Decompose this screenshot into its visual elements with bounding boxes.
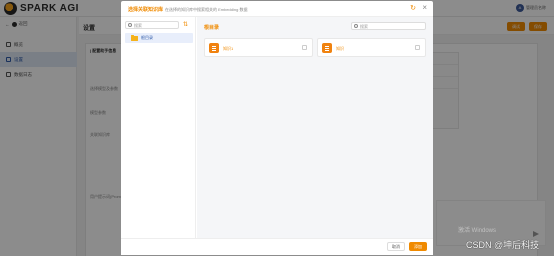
folder-search-input[interactable] (134, 22, 178, 28)
search-icon (128, 23, 132, 27)
knowledge-base-icon (209, 43, 219, 53)
sort-icon[interactable]: ⇅ (183, 22, 188, 28)
knowledge-search[interactable] (351, 22, 426, 30)
knowledge-card-label: 知识1 (223, 46, 234, 51)
folder-label: 根目录 (141, 35, 153, 40)
dialog-title: 选择关联知识库 (128, 7, 164, 13)
knowledge-checkbox[interactable] (302, 45, 307, 50)
folder-item-root[interactable]: 根目录 (125, 33, 193, 43)
search-icon (354, 24, 358, 28)
dialog-header: 选择关联知识库 在选择的知识库中搜索相关的 Embedding 数据 ↻ × (121, 1, 433, 17)
knowledge-checkbox[interactable] (415, 45, 420, 50)
folder-panel: ⇅ 根目录 (121, 17, 196, 238)
cancel-button[interactable]: 取消 (387, 242, 405, 251)
add-button[interactable]: 添加 (409, 242, 427, 251)
dialog-footer: 取消 添加 (121, 238, 433, 255)
knowledge-list-panel: 根目录 知识1 知识 (197, 17, 433, 238)
close-icon[interactable]: × (422, 4, 427, 12)
current-folder-title: 根目录 (204, 25, 220, 31)
activate-windows-watermark: 激活 Windows (458, 228, 497, 234)
knowledge-search-input[interactable] (360, 23, 424, 29)
folder-search[interactable] (125, 21, 179, 29)
knowledge-base-icon (322, 43, 332, 53)
select-knowledge-dialog: 选择关联知识库 在选择的知识库中搜索相关的 Embedding 数据 ↻ × ⇅… (121, 1, 433, 255)
knowledge-card[interactable]: 知识 (317, 38, 426, 57)
dialog-subtitle: 在选择的知识库中搜索相关的 Embedding 数据 (165, 7, 248, 12)
csdn-watermark: CSDN @坤后科技 (466, 240, 540, 250)
folder-icon (131, 34, 138, 41)
knowledge-card-label: 知识 (336, 46, 344, 51)
knowledge-card[interactable]: 知识1 (204, 38, 313, 57)
refresh-icon[interactable]: ↻ (410, 5, 416, 12)
